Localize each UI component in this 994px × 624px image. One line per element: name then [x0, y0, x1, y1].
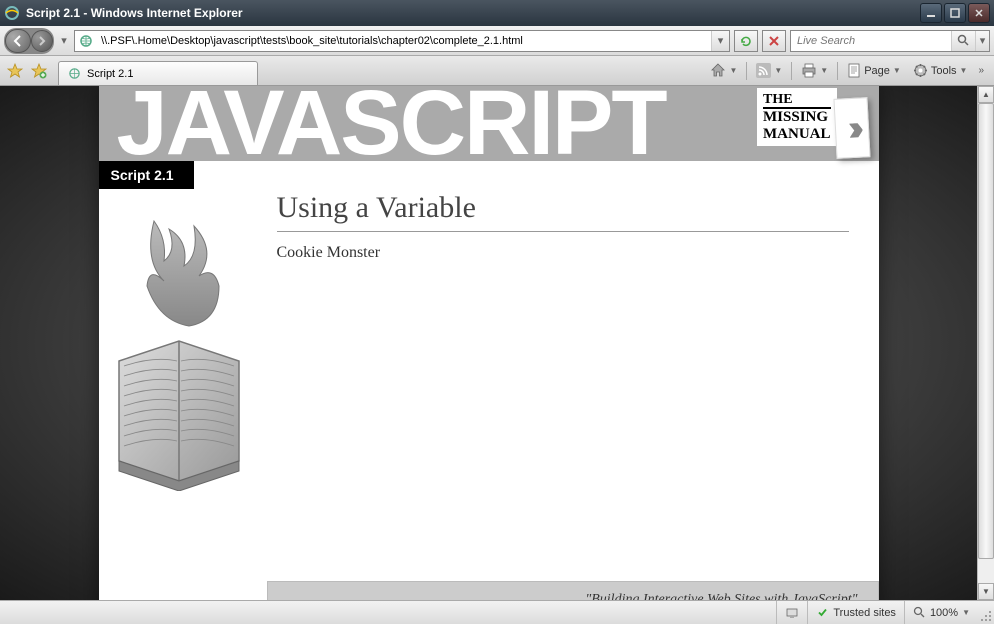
zoom-control[interactable]: 100% ▼: [904, 601, 978, 624]
internet-mode-indicator[interactable]: [776, 601, 807, 624]
zoom-icon: [913, 606, 926, 619]
favorites-center-button[interactable]: [4, 60, 26, 82]
security-zone-label: Trusted sites: [833, 607, 896, 619]
page-heading: Using a Variable: [277, 191, 849, 232]
toolbar-overflow-button[interactable]: »: [974, 65, 988, 76]
chevron-down-icon: ▼: [893, 66, 901, 75]
toolbar-separator: [837, 62, 838, 80]
status-bar: Trusted sites 100% ▼: [0, 600, 994, 624]
address-bar: ▾: [74, 30, 730, 52]
chevron-down-icon: ▼: [962, 608, 970, 617]
page-menu-label: Page: [864, 65, 890, 77]
search-input[interactable]: [791, 31, 951, 51]
badge-line2: MISSING: [763, 109, 831, 126]
page-icon: [75, 31, 97, 51]
chevron-down-icon: ▼: [729, 66, 737, 75]
close-button[interactable]: [968, 3, 990, 23]
scroll-down-button[interactable]: ▼: [978, 583, 994, 600]
address-input[interactable]: [97, 31, 711, 51]
stop-button[interactable]: [762, 30, 786, 52]
recent-pages-dropdown[interactable]: ▾: [58, 34, 70, 47]
toolbar-separator: [791, 62, 792, 80]
tab-title: Script 2.1: [87, 68, 133, 80]
badge-line3: MANUAL: [763, 126, 831, 143]
page-banner: JAVASCRIPT THE MISSING MANUAL ››: [99, 86, 879, 161]
zoom-level: 100%: [930, 607, 958, 619]
tools-menu-button[interactable]: Tools ▼: [908, 60, 973, 82]
home-button[interactable]: ▼: [705, 60, 742, 82]
page-sidebar: [99, 161, 267, 581]
chevron-down-icon: ▼: [960, 66, 968, 75]
refresh-button[interactable]: [734, 30, 758, 52]
missing-manual-badge: THE MISSING MANUAL ››: [757, 88, 868, 158]
scroll-track[interactable]: [978, 103, 994, 583]
print-button[interactable]: ▼: [796, 60, 833, 82]
page-main-content: Using a Variable Cookie Monster: [267, 161, 879, 581]
content-viewport: JAVASCRIPT THE MISSING MANUAL ›› Script …: [0, 86, 994, 600]
script-output: Cookie Monster: [277, 244, 849, 262]
address-dropdown[interactable]: ▾: [711, 31, 729, 51]
scroll-thumb[interactable]: [978, 103, 994, 559]
minimize-button[interactable]: [920, 3, 942, 23]
security-zone-indicator[interactable]: Trusted sites: [807, 601, 904, 624]
back-button[interactable]: [5, 29, 31, 53]
add-to-favorites-button[interactable]: [28, 60, 50, 82]
page-footer-tagline: "Building Interactive Web Sites with Jav…: [267, 581, 879, 600]
double-chevron-right-icon: ››: [846, 107, 856, 148]
window-title: Script 2.1 - Windows Internet Explorer: [26, 6, 920, 20]
next-arrow-button[interactable]: ››: [833, 97, 870, 159]
toolbar-separator: [746, 62, 747, 80]
browser-tab[interactable]: Script 2.1: [58, 61, 258, 85]
script-label: Script 2.1: [99, 161, 194, 189]
search-box: ▾: [790, 30, 990, 52]
ie-logo-icon: [4, 5, 20, 21]
search-provider-dropdown[interactable]: ▾: [975, 31, 989, 51]
maximize-button[interactable]: [944, 3, 966, 23]
badge-line1: THE: [763, 92, 831, 109]
navigation-bar: ▾ ▾ ▾: [0, 26, 994, 56]
computer-icon: [785, 606, 799, 620]
tab-page-icon: [67, 67, 81, 81]
vertical-scrollbar[interactable]: ▲ ▼: [977, 86, 994, 600]
tab-toolbar: Script 2.1 ▼ ▼ ▼ Page ▼ Tools ▼ »: [0, 56, 994, 86]
chevron-down-icon: ▼: [774, 66, 782, 75]
page-menu-button[interactable]: Page ▼: [842, 60, 906, 82]
scroll-up-button[interactable]: ▲: [978, 86, 994, 103]
web-page: JAVASCRIPT THE MISSING MANUAL ›› Script …: [99, 86, 879, 600]
search-button[interactable]: [951, 31, 975, 51]
check-shield-icon: [816, 606, 829, 619]
book-flame-illustration: [99, 211, 259, 491]
tools-menu-label: Tools: [931, 65, 957, 77]
chevron-down-icon: ▼: [820, 66, 828, 75]
forward-button[interactable]: [31, 30, 53, 52]
resize-grip[interactable]: [978, 601, 994, 624]
window-titlebar: Script 2.1 - Windows Internet Explorer: [0, 0, 994, 26]
feeds-button[interactable]: ▼: [751, 60, 787, 82]
